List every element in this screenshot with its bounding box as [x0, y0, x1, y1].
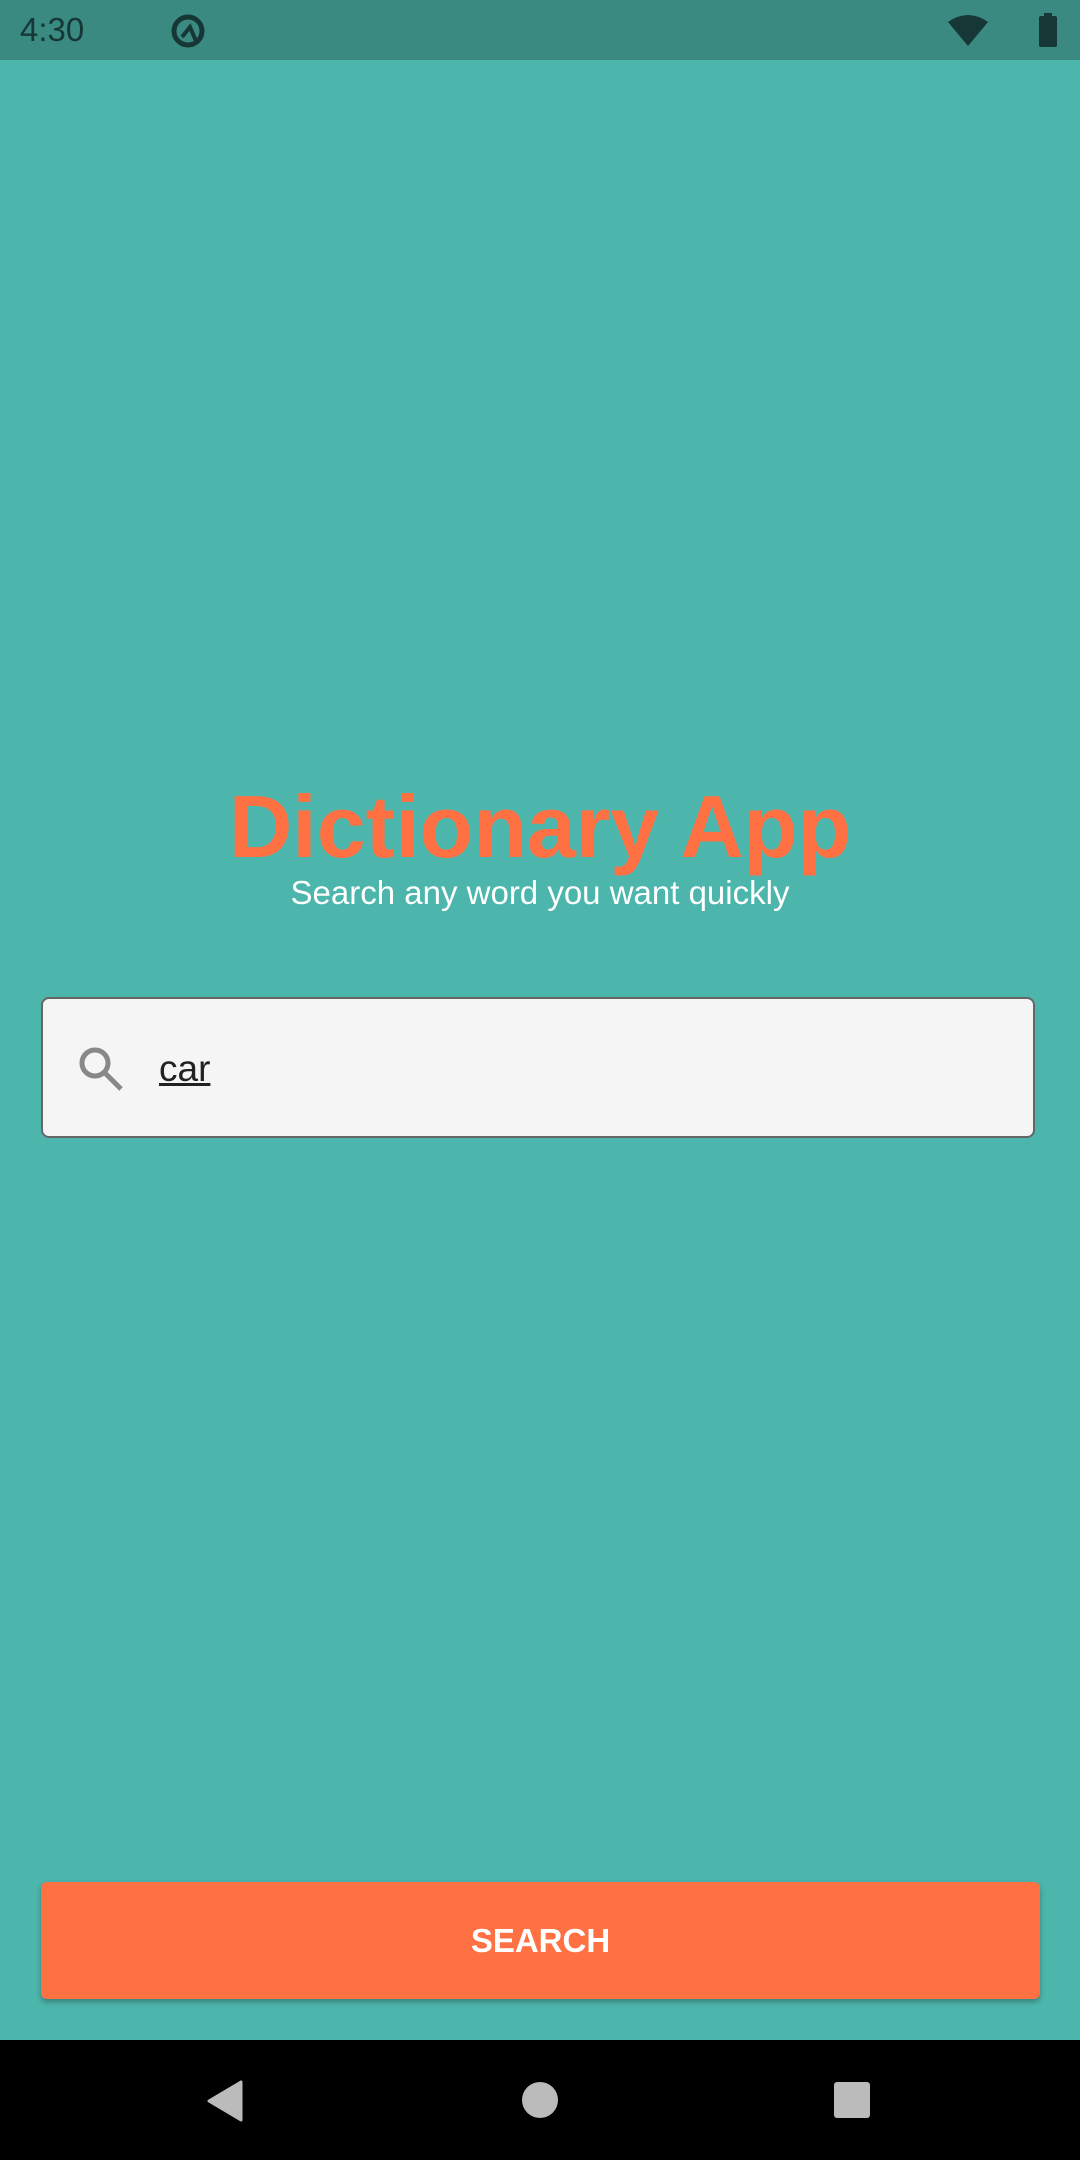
navigation-bar [0, 2040, 1080, 2160]
page-subtitle: Search any word you want quickly [290, 874, 790, 911]
search-icon [79, 1047, 123, 1091]
search-button[interactable]: SEARCH [41, 1882, 1040, 1999]
status-bar: 4:30 [0, 0, 1080, 60]
search-field[interactable] [41, 997, 1035, 1138]
recents-icon[interactable] [833, 2081, 871, 2119]
app-notification-icon [171, 14, 205, 48]
battery-icon [1039, 13, 1057, 47]
home-icon[interactable] [521, 2081, 559, 2119]
wifi-icon [948, 15, 988, 46]
status-time: 4:30 [20, 11, 85, 48]
back-icon[interactable] [205, 2080, 245, 2122]
page-title: Dictionary App [228, 777, 852, 876]
search-input[interactable] [159, 1039, 999, 1099]
